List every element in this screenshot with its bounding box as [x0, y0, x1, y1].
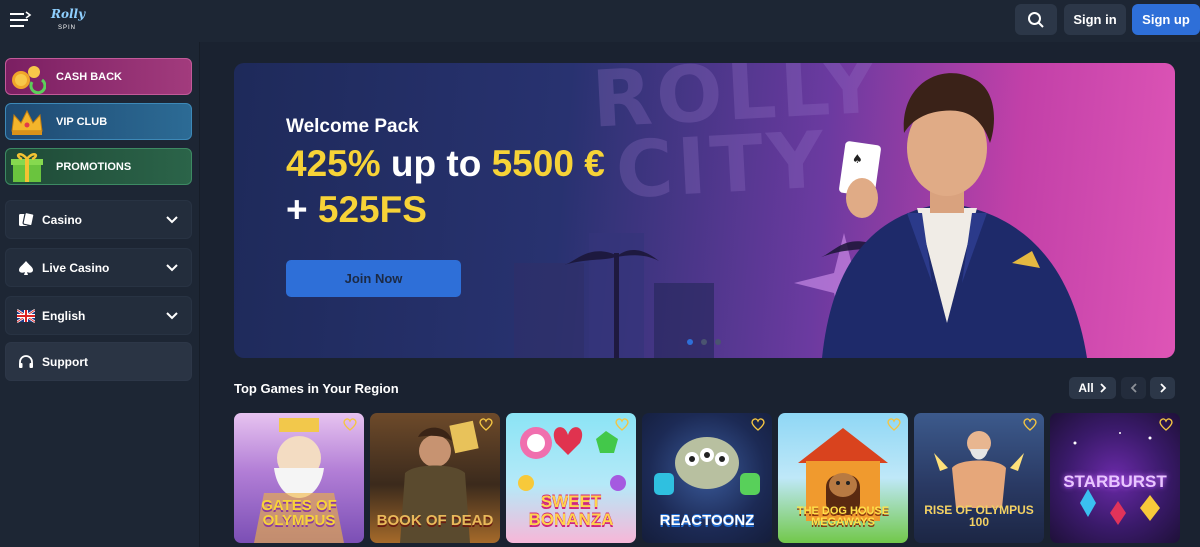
heart-icon[interactable] [615, 418, 629, 431]
chevron-down-icon [166, 216, 178, 224]
slide-dot[interactable] [701, 339, 707, 345]
signin-button[interactable]: Sign in [1064, 4, 1126, 35]
chevron-down-icon [166, 312, 178, 320]
heart-icon[interactable] [343, 418, 357, 431]
sidebar-item-label: Live Casino [42, 260, 110, 275]
game-card-dog-house-megaways[interactable]: The Dog House Megaways [778, 413, 908, 543]
sidebar-item-label: CASH BACK [56, 70, 122, 83]
carousel-next-button[interactable] [1150, 377, 1175, 399]
language-label: English [42, 308, 86, 323]
spade-icon [19, 261, 33, 275]
hero-offer-text: 425% up to 5500 € + 525FS [286, 141, 605, 233]
gift-icon [11, 153, 43, 182]
chevron-right-icon [1100, 383, 1106, 393]
section-title: Top Games in Your Region [234, 381, 399, 396]
crown-icon [11, 109, 43, 135]
uk-flag-icon [17, 309, 35, 323]
view-all-label: All [1078, 381, 1094, 395]
language-selector[interactable]: English [5, 296, 192, 335]
sidebar: CASH BACK VIP CLUB PROMOTIONS Casino Liv… [0, 42, 200, 547]
logo-text: Rolly [51, 7, 86, 21]
offer-percent: 425% [286, 143, 381, 184]
sidebar-item-casino[interactable]: Casino [5, 200, 192, 239]
game-card-book-of-dead[interactable]: Book of Dead [370, 413, 500, 543]
top-header: Rolly SPIN Sign in Sign up [0, 0, 1200, 42]
heart-icon[interactable] [1023, 418, 1037, 431]
slide-dot[interactable] [715, 339, 721, 345]
sidebar-item-support[interactable]: Support [5, 342, 192, 381]
offer-amount: 5500 € [491, 143, 605, 184]
game-title: Sweet Bonanza [528, 492, 614, 530]
signup-button[interactable]: Sign up [1132, 4, 1200, 35]
hero-pagination [687, 339, 721, 345]
sidebar-item-live-casino[interactable]: Live Casino [5, 248, 192, 287]
game-title: Book of Dead [376, 512, 494, 530]
game-title: Rise of Olympus 100 [924, 502, 1034, 530]
search-icon [1028, 11, 1044, 28]
game-title: Starburst [1063, 472, 1167, 492]
cards-icon [19, 212, 35, 227]
offer-plus: + [286, 189, 318, 230]
offer-connector: up to [380, 143, 492, 184]
hero-banner[interactable]: ROLLY CITY Welcome Pack 425% up to 5500 … [234, 63, 1175, 358]
svg-text:♠: ♠ [852, 152, 863, 166]
game-card-reactoonz[interactable]: Reactoonz [642, 413, 772, 543]
game-card-gates-of-olympus[interactable]: Gates of Olympus [234, 413, 364, 543]
sidebar-item-cashback[interactable]: CASH BACK [5, 58, 192, 95]
heart-icon[interactable] [479, 418, 493, 431]
view-all-button[interactable]: All [1069, 377, 1116, 399]
join-now-button[interactable]: Join Now [286, 260, 461, 297]
sidebar-item-label: Casino [42, 212, 83, 227]
chevron-right-icon [1159, 383, 1166, 393]
sidebar-item-label: PROMOTIONS [56, 160, 132, 173]
offer-free-spins: 525FS [317, 189, 427, 230]
search-button[interactable] [1015, 4, 1057, 35]
heart-icon[interactable] [751, 418, 765, 431]
game-title: Reactoonz [659, 512, 755, 530]
slide-dot[interactable] [687, 339, 693, 345]
game-title: The Dog House Megaways [796, 504, 890, 529]
site-logo[interactable]: Rolly SPIN [48, 5, 86, 37]
sidebar-item-promotions[interactable]: PROMOTIONS [5, 148, 192, 185]
sidebar-item-vip-club[interactable]: VIP CLUB [5, 103, 192, 140]
menu-icon[interactable] [8, 9, 32, 31]
game-title: Gates of Olympus [261, 496, 337, 530]
heart-icon[interactable] [887, 418, 901, 431]
heart-icon[interactable] [1159, 418, 1173, 431]
game-card-starburst[interactable]: Starburst [1050, 413, 1180, 543]
hero-title: Welcome Pack [286, 116, 419, 137]
carousel-prev-button[interactable] [1121, 377, 1146, 399]
chevron-down-icon [166, 264, 178, 272]
game-card-sweet-bonanza[interactable]: Sweet Bonanza [506, 413, 636, 543]
chevron-left-icon [1130, 383, 1137, 393]
logo-subtext: SPIN [58, 25, 77, 31]
hero-character-illustration: ♠ [822, 73, 1087, 358]
sidebar-item-label: Support [42, 354, 88, 369]
headset-icon [19, 355, 33, 368]
cashback-icon [12, 66, 46, 94]
sidebar-item-label: VIP CLUB [56, 115, 108, 128]
game-card-rise-of-olympus-100[interactable]: Rise of Olympus 100 [914, 413, 1044, 543]
